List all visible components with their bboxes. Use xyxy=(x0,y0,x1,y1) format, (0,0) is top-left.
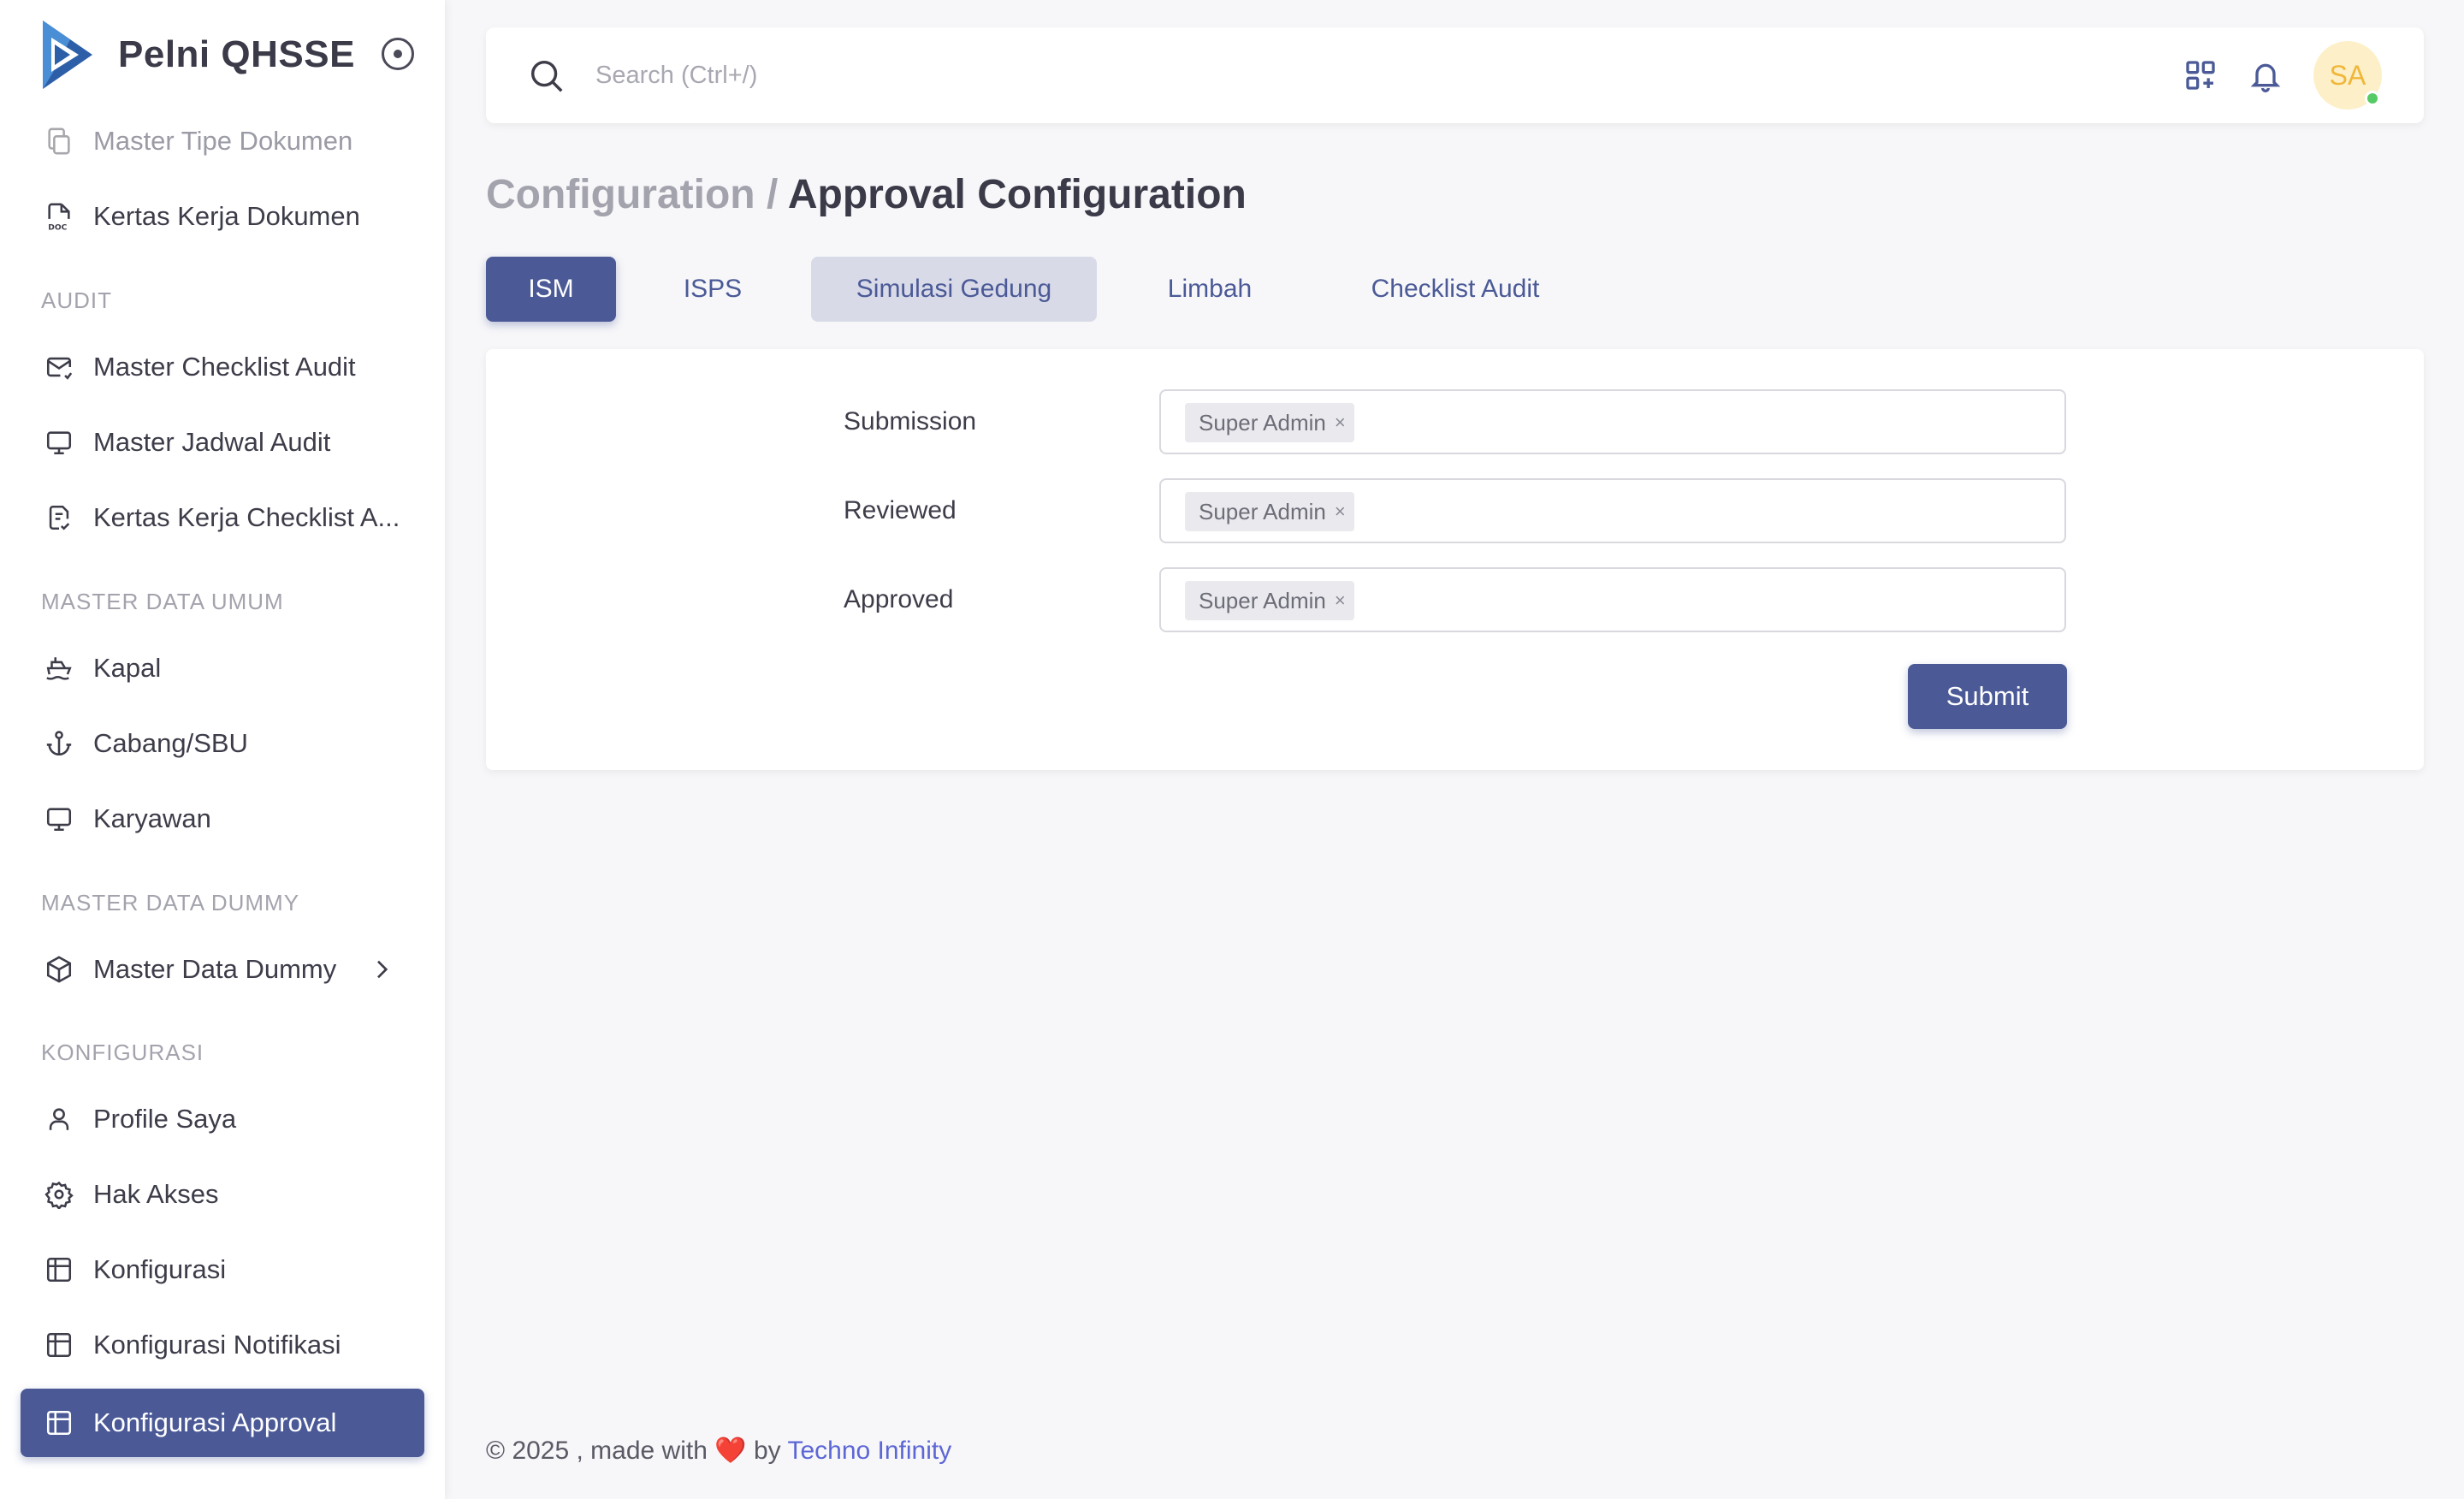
anchor-icon xyxy=(43,727,75,760)
footer-copyright: © 2025 , made with xyxy=(486,1437,708,1465)
sidebar: Pelni QHSSE Master Tipe Dokumen DOC Kert… xyxy=(0,0,445,1499)
tab-simulasi-gedung[interactable]: Simulasi Gedung xyxy=(811,257,1097,322)
approval-config-card: Submission Super Admin × Reviewed Super … xyxy=(486,349,2424,770)
table-icon xyxy=(43,1253,75,1286)
sidebar-item-konfigurasi-notifikasi[interactable]: Konfigurasi Notifikasi xyxy=(21,1311,424,1379)
chip-label: Super Admin xyxy=(1199,498,1326,524)
sidebar-item-konfigurasi-approval[interactable]: Konfigurasi Approval xyxy=(21,1389,424,1457)
chip-remove-icon[interactable]: × xyxy=(1335,590,1346,612)
chip-label: Super Admin xyxy=(1199,587,1326,613)
svg-text:DOC: DOC xyxy=(48,223,67,231)
top-navbar: SA xyxy=(486,27,2424,123)
sidebar-item-konfigurasi[interactable]: Konfigurasi xyxy=(21,1235,424,1304)
tab-checklist-audit[interactable]: Checklist Audit xyxy=(1340,257,1571,322)
search-icon[interactable] xyxy=(527,56,566,96)
sidebar-item-label: Master Tipe Dokumen xyxy=(93,126,353,156)
tab-ism[interactable]: ISM xyxy=(486,257,616,322)
sidebar-item-master-jadwal-audit[interactable]: Master Jadwal Audit xyxy=(21,408,424,477)
chevron-right-icon xyxy=(377,960,388,979)
sidebar-item-hak-akses[interactable]: Hak Akses xyxy=(21,1160,424,1229)
sidebar-item-label: Master Data Dummy xyxy=(93,954,337,984)
mail-icon xyxy=(43,351,75,383)
chip-remove-icon[interactable]: × xyxy=(1335,501,1346,523)
sidebar-item-master-tipe-dokumen[interactable]: Master Tipe Dokumen xyxy=(21,107,424,175)
section-title-master-data-umum: MASTER DATA UMUM xyxy=(41,589,284,614)
reviewed-label: Reviewed xyxy=(844,496,957,524)
tab-isps[interactable]: ISPS xyxy=(657,257,768,322)
avatar-initials: SA xyxy=(2329,59,2366,91)
sidebar-item-kapal[interactable]: Kapal xyxy=(21,634,424,702)
brand[interactable]: Pelni QHSSE xyxy=(41,19,355,91)
sidebar-item-karyawan[interactable]: Karyawan xyxy=(21,785,424,853)
selected-chip: Super Admin × xyxy=(1185,403,1354,442)
approved-label: Approved xyxy=(844,585,954,613)
sidebar-item-master-data-dummy[interactable]: Master Data Dummy xyxy=(21,935,424,1004)
brand-name: Pelni QHSSE xyxy=(118,33,355,75)
chip-remove-icon[interactable]: × xyxy=(1335,412,1346,434)
bell-icon[interactable] xyxy=(2248,58,2283,92)
section-title-master-data-dummy: MASTER DATA DUMMY xyxy=(41,890,300,915)
footer-by: by xyxy=(753,1437,781,1465)
gear-icon xyxy=(43,1178,75,1211)
sidebar-item-label: Master Checklist Audit xyxy=(93,352,356,382)
footer-link[interactable]: Techno Infinity xyxy=(787,1437,951,1465)
footer: © 2025 , made with ❤️ by Techno Infinity xyxy=(486,1436,951,1466)
doc-file-icon: DOC xyxy=(43,200,75,233)
sidebar-item-label: Konfigurasi Approval xyxy=(93,1407,337,1437)
search-input[interactable] xyxy=(595,51,1451,99)
monitor-icon xyxy=(43,426,75,459)
submission-label: Submission xyxy=(844,407,977,435)
breadcrumb-separator: / xyxy=(766,172,779,217)
sidebar-item-kertas-kerja-checklist[interactable]: Kertas Kerja Checklist A... xyxy=(21,483,424,552)
section-title-konfigurasi: KONFIGURASI xyxy=(41,1040,204,1065)
table-icon xyxy=(43,1329,75,1361)
sidebar-item-label: Profile Saya xyxy=(93,1104,237,1134)
submission-select[interactable]: Super Admin × xyxy=(1159,389,2066,454)
apps-add-icon[interactable] xyxy=(2183,58,2218,92)
sidebar-item-label: Kapal xyxy=(93,653,162,683)
submit-button[interactable]: Submit xyxy=(1908,664,2067,729)
selected-chip: Super Admin × xyxy=(1185,492,1354,531)
selected-chip: Super Admin × xyxy=(1185,581,1354,620)
table-icon xyxy=(43,1407,75,1439)
chip-label: Super Admin xyxy=(1199,409,1326,435)
sidebar-item-label: Master Jadwal Audit xyxy=(93,427,331,457)
page-title: Configuration / Approval Configuration xyxy=(486,171,1247,218)
sidebar-item-label: Konfigurasi xyxy=(93,1254,227,1284)
sidebar-item-profile-saya[interactable]: Profile Saya xyxy=(21,1085,424,1153)
heart-icon: ❤️ xyxy=(714,1437,747,1465)
monitor-icon xyxy=(43,803,75,835)
approved-select[interactable]: Super Admin × xyxy=(1159,567,2066,632)
breadcrumb-parent: Configuration xyxy=(486,172,755,217)
section-title-audit: AUDIT xyxy=(41,287,112,313)
reviewed-select[interactable]: Super Admin × xyxy=(1159,478,2066,543)
sidebar-item-label: Karyawan xyxy=(93,803,211,833)
breadcrumb-current: Approval Configuration xyxy=(787,172,1247,217)
pelni-logo-icon xyxy=(43,21,92,89)
copy-icon xyxy=(43,125,75,157)
avatar[interactable]: SA xyxy=(2313,41,2382,110)
sidebar-item-cabang-sbu[interactable]: Cabang/SBU xyxy=(21,709,424,778)
user-icon xyxy=(43,1103,75,1135)
tab-limbah[interactable]: Limbah xyxy=(1138,257,1282,322)
sidebar-item-label: Cabang/SBU xyxy=(93,728,248,758)
sidebar-item-label: Kertas Kerja Dokumen xyxy=(93,201,360,231)
checklist-file-icon xyxy=(43,501,75,534)
sidebar-item-kertas-kerja-dokumen[interactable]: DOC Kertas Kerja Dokumen xyxy=(21,182,424,251)
sidebar-item-master-checklist-audit[interactable]: Master Checklist Audit xyxy=(21,333,424,401)
ship-icon xyxy=(43,652,75,684)
sidebar-item-label: Konfigurasi Notifikasi xyxy=(93,1330,341,1360)
sidebar-item-label: Kertas Kerja Checklist A... xyxy=(93,502,400,532)
sidebar-item-label: Hak Akses xyxy=(93,1179,219,1209)
online-status-badge xyxy=(2365,91,2380,106)
box-icon xyxy=(43,953,75,986)
sidebar-toggle-icon[interactable] xyxy=(382,38,414,70)
